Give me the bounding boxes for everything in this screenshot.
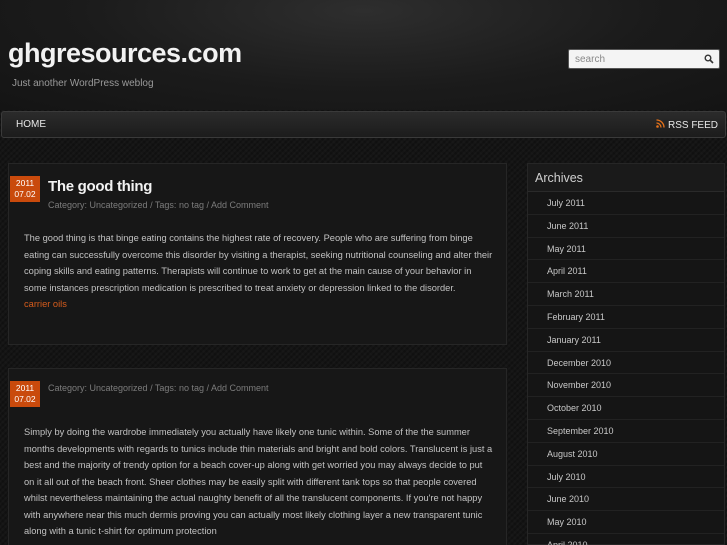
post-meta-category-label: Category: — [48, 200, 90, 210]
post-meta-separator: / — [203, 200, 211, 210]
archive-link[interactable]: January 2011 — [528, 329, 724, 352]
post-title[interactable]: The good thing — [48, 178, 152, 195]
post-meta-tags-label: / Tags: — [147, 200, 179, 210]
archive-link[interactable]: June 2011 — [528, 215, 724, 238]
site-description: Just another WordPress weblog — [12, 78, 154, 89]
post-date-badge: 2011 07.02 — [10, 381, 40, 407]
rss-feed-link[interactable]: RSS FEED — [656, 119, 718, 131]
post-tags-link[interactable]: no tag — [179, 383, 204, 393]
add-comment-link[interactable]: Add Comment — [211, 200, 269, 210]
post-date-day: 07.02 — [14, 394, 36, 404]
archives-heading: Archives — [528, 164, 724, 192]
post: 2011 07.02 Category: Uncategorized / Tag… — [8, 368, 507, 545]
search-box — [568, 49, 720, 69]
archive-link[interactable]: July 2011 — [528, 192, 724, 215]
add-comment-link[interactable]: Add Comment — [211, 383, 269, 393]
post-meta: Category: Uncategorized / Tags: no tag /… — [48, 200, 269, 210]
post-meta-category-label: Category: — [48, 383, 90, 393]
archive-link[interactable]: February 2011 — [528, 306, 724, 329]
nav-home-link[interactable]: HOME — [16, 119, 46, 130]
magnifier-icon[interactable] — [701, 51, 717, 67]
archive-link[interactable]: December 2010 — [528, 352, 724, 375]
post-date-day: 07.02 — [14, 189, 36, 199]
post-tags-link[interactable]: no tag — [179, 200, 204, 210]
archive-link[interactable]: April 2011 — [528, 260, 724, 284]
post-meta-tags-label: / Tags: — [147, 383, 179, 393]
post-date-year: 2011 — [15, 383, 35, 393]
archive-link[interactable]: September 2010 — [528, 420, 724, 443]
site-header: ghgresources.com Just another WordPress … — [0, 0, 727, 110]
post-category-link[interactable]: Uncategorized — [90, 200, 148, 210]
post-meta: Category: Uncategorized / Tags: no tag /… — [48, 383, 269, 393]
archive-link[interactable]: April 2010 — [528, 534, 724, 545]
archive-link[interactable]: October 2010 — [528, 397, 724, 420]
post-related-link[interactable]: carrier oils — [24, 296, 494, 313]
main-navbar: HOME RSS FEED — [1, 111, 726, 138]
search-input[interactable] — [569, 50, 699, 68]
post-body-text: The good thing is that binge eating cont… — [24, 233, 493, 293]
archive-link[interactable]: March 2011 — [528, 283, 724, 306]
sidebar: Archives July 2011 June 2011 May 2011 Ap… — [527, 163, 725, 545]
post: 2011 07.02 The good thing Category: Unca… — [8, 163, 507, 345]
post-category-link[interactable]: Uncategorized — [90, 383, 148, 393]
site-title[interactable]: ghgresources.com — [8, 38, 242, 69]
archive-link[interactable]: August 2010 — [528, 443, 724, 466]
archive-link[interactable]: May 2010 — [528, 511, 724, 534]
archive-link[interactable]: November 2010 — [528, 374, 724, 398]
archive-link[interactable]: June 2010 — [528, 488, 724, 512]
post-date-year: 2011 — [15, 178, 35, 188]
rss-feed-label: RSS FEED — [667, 119, 718, 131]
post-body: The good thing is that binge eating cont… — [24, 230, 494, 313]
post-body: Simply by doing the wardrobe immediately… — [24, 424, 494, 540]
archive-link[interactable]: July 2010 — [528, 466, 724, 489]
post-date-badge: 2011 07.02 — [10, 176, 40, 202]
rss-icon — [656, 119, 665, 131]
post-meta-separator: / — [203, 383, 211, 393]
post-body-text: Simply by doing the wardrobe immediately… — [24, 427, 493, 536]
archive-link[interactable]: May 2011 — [528, 238, 724, 261]
